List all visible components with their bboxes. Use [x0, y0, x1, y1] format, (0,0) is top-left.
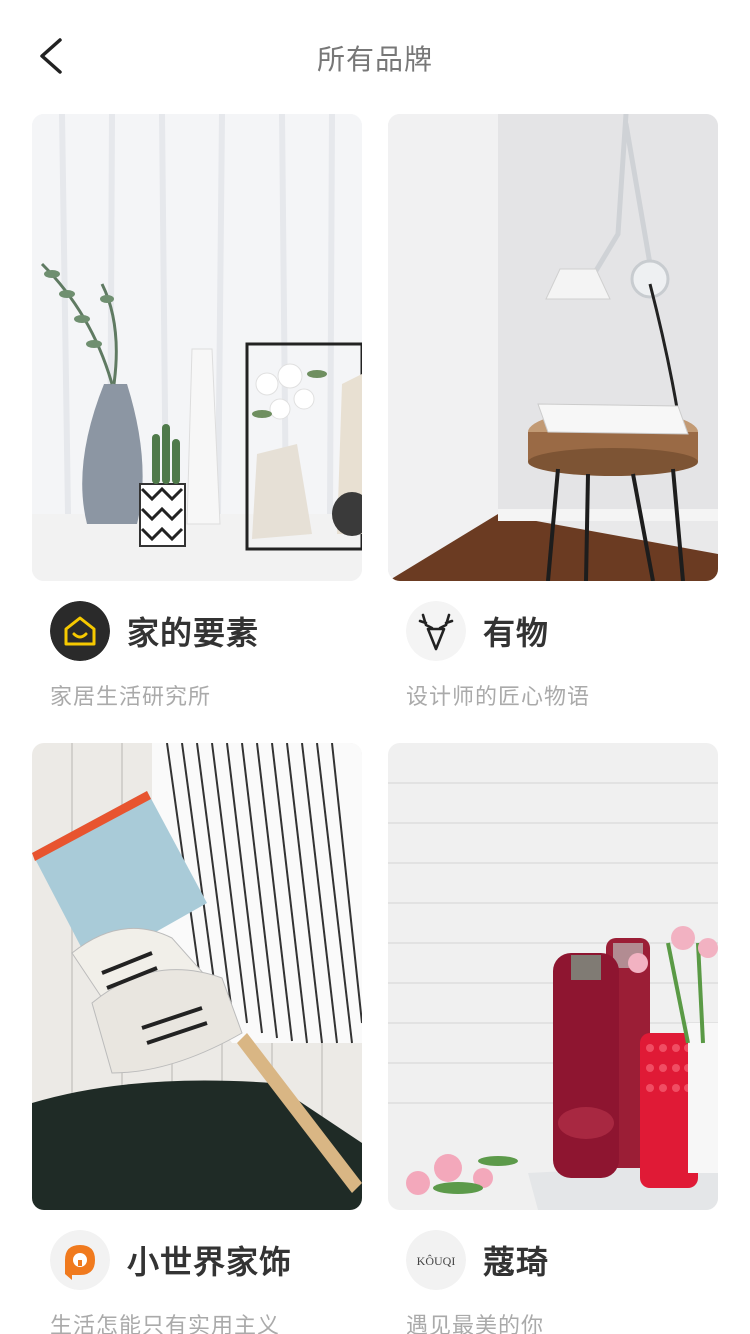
deer-icon: [406, 601, 466, 661]
brand-name: 家的要素: [127, 615, 260, 651]
house-smile-icon: [50, 601, 110, 661]
logo-text: KÔUQI: [417, 1254, 456, 1268]
top-nav-bar: 所有品牌: [0, 0, 750, 112]
brand-cover-image: [32, 114, 362, 581]
brand-header: 小世界家饰: [50, 1230, 292, 1290]
brand-header: KÔUQI 蔻琦: [406, 1230, 549, 1290]
brand-card-xiaoshijie[interactable]: 小世界家饰 生活怎能只有实用主义: [32, 743, 362, 1334]
brand-logo: [406, 601, 466, 661]
brand-logo: [50, 1230, 110, 1290]
brand-name: 蔻琦: [483, 1244, 550, 1280]
brand-name: 小世界家饰: [127, 1244, 293, 1280]
brand-cover-image: [388, 114, 718, 581]
brand-logo: KÔUQI: [406, 1230, 466, 1290]
brand-header: 家的要素: [50, 601, 259, 661]
brand-card-jiadeyaosu[interactable]: 家的要素 家居生活研究所: [32, 114, 362, 709]
brand-logo: [50, 601, 110, 661]
brand-description: 家居生活研究所: [50, 684, 212, 709]
brand-card-youwu[interactable]: 有物 设计师的匠心物语: [388, 114, 718, 709]
orange-house-icon: [50, 1230, 110, 1290]
brand-cover-image: [388, 743, 718, 1210]
kouqi-logo: KÔUQI: [406, 1230, 466, 1290]
page-title: 所有品牌: [316, 44, 433, 75]
brand-description: 生活怎能只有实用主义: [50, 1313, 281, 1334]
brand-description: 设计师的匠心物语: [406, 684, 591, 709]
brand-card-kouqi[interactable]: KÔUQI 蔻琦 遇见最美的你: [388, 743, 718, 1334]
brand-description: 遇见最美的你: [406, 1313, 545, 1334]
brand-header: 有物: [406, 601, 549, 661]
brand-name: 有物: [483, 615, 550, 651]
brand-cover-image: [32, 743, 362, 1210]
